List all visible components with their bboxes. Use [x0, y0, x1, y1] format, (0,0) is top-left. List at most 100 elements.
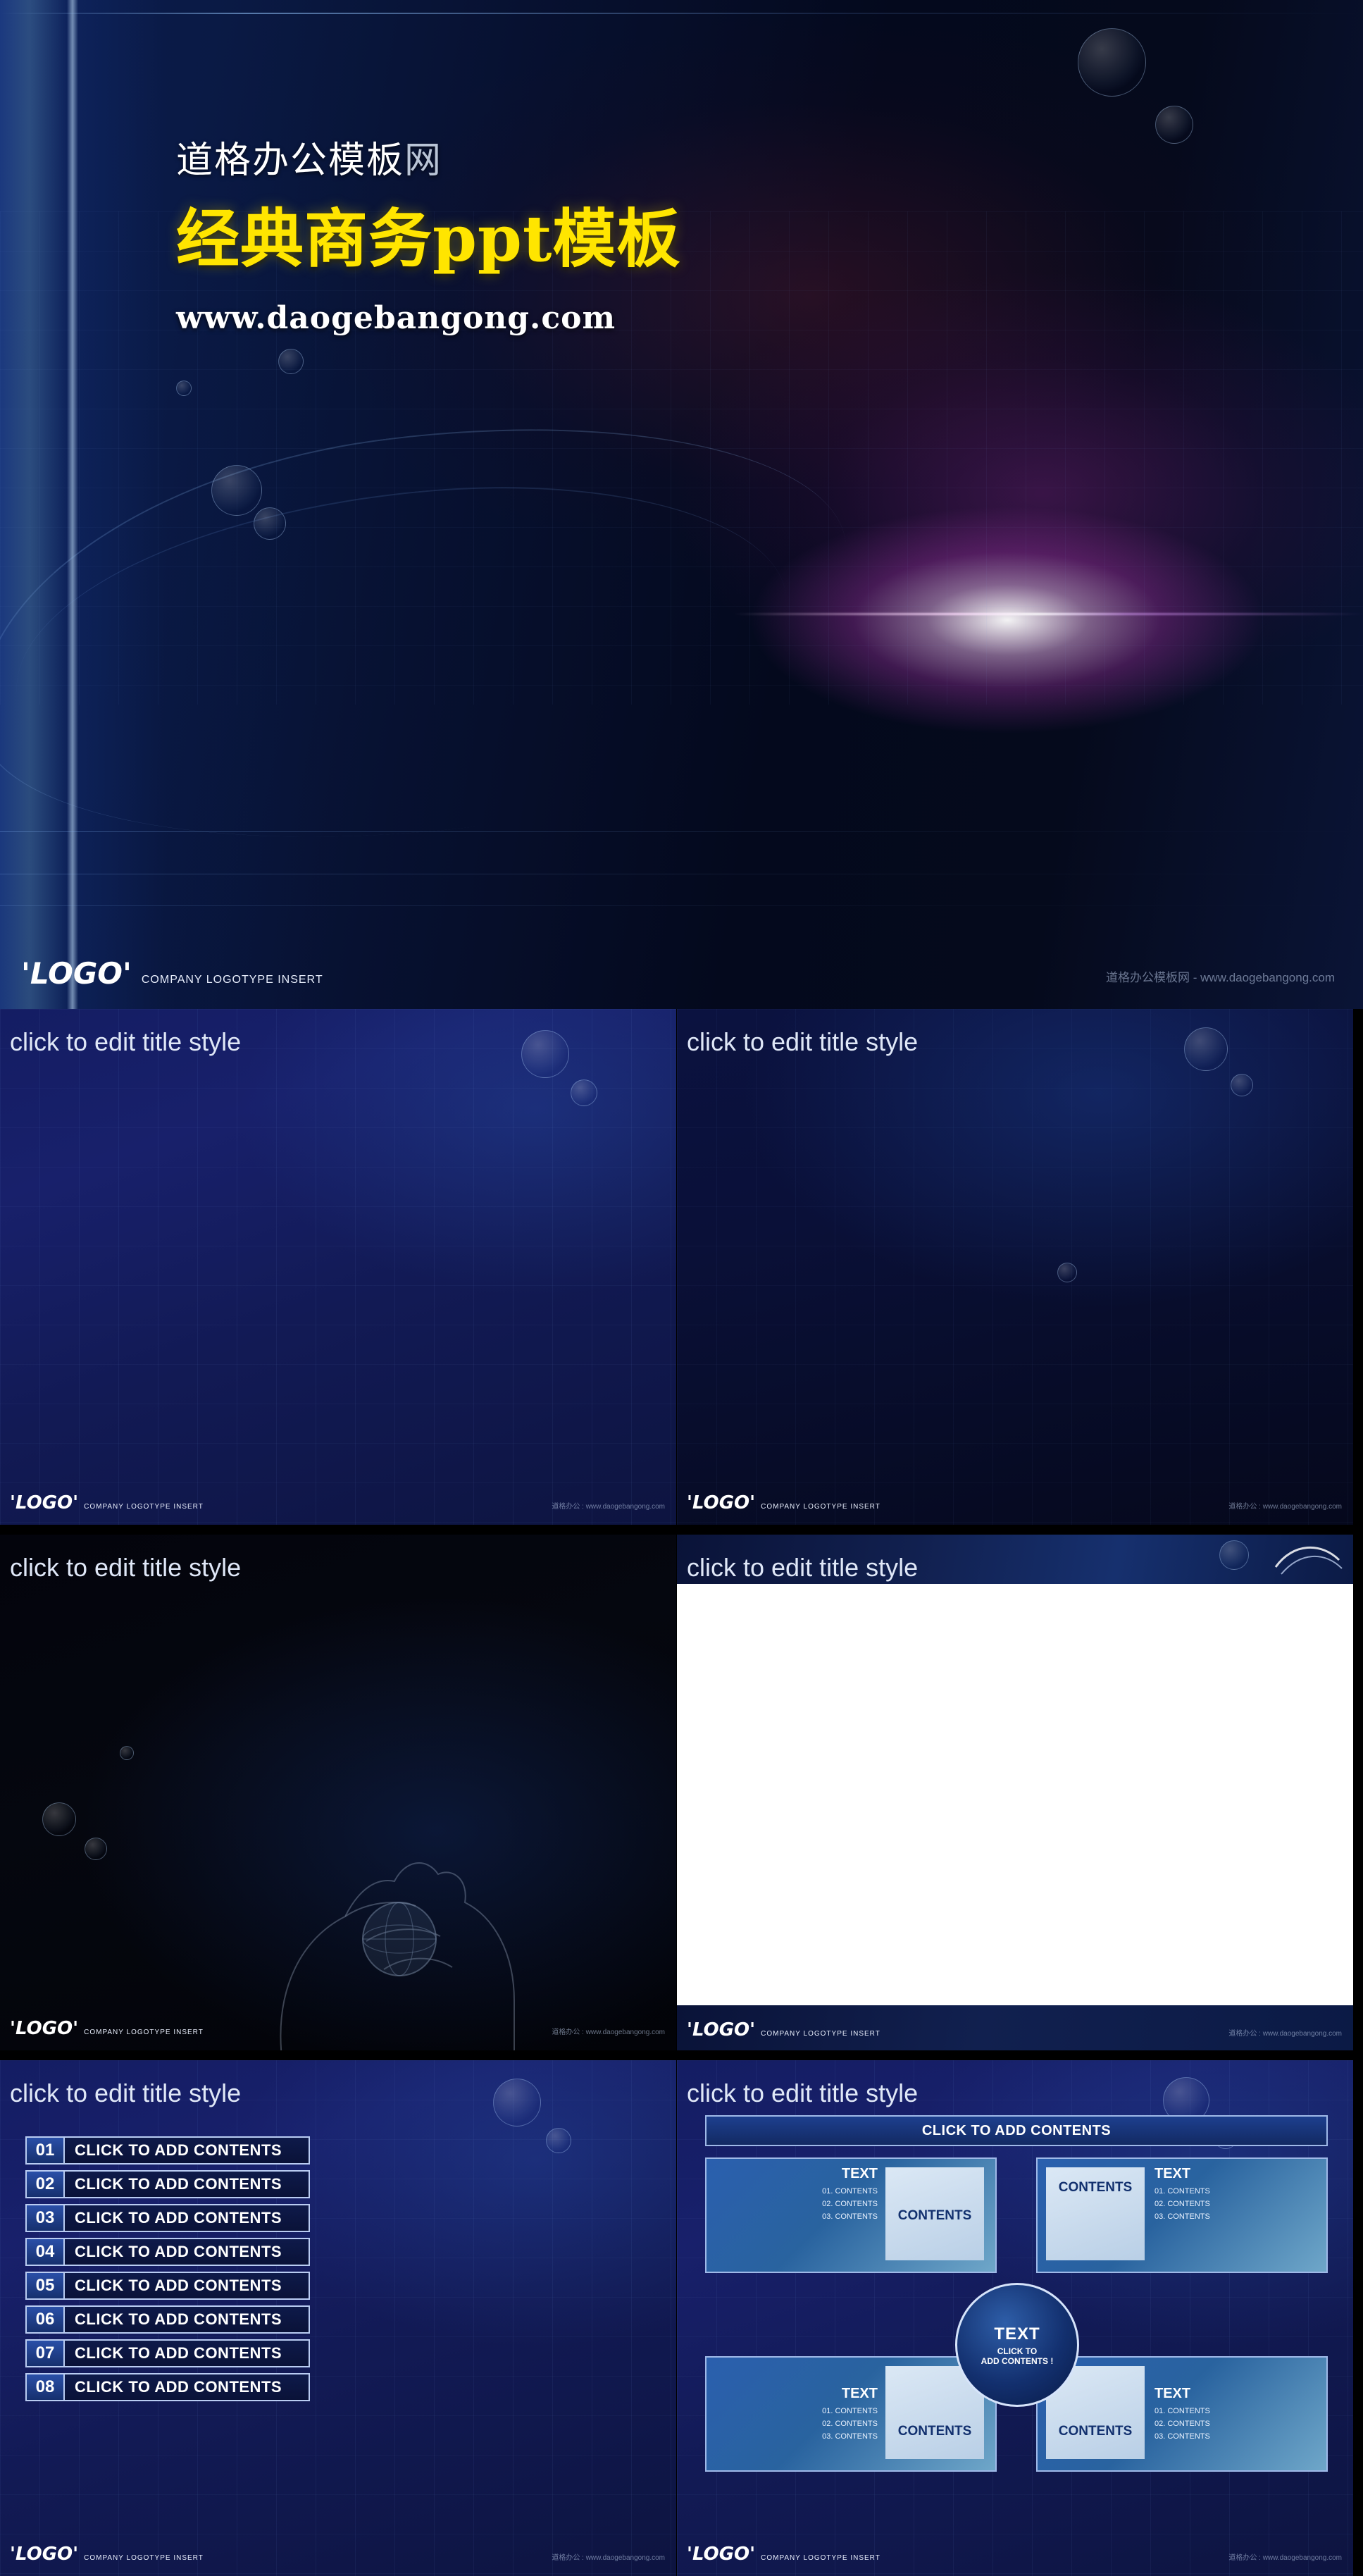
slide-diagram[interactable]: click to edit title style CLICK TO ADD C… — [677, 2060, 1353, 2576]
cover-subtitle: 道格办公模板网 — [176, 140, 443, 182]
logo-wordmark: 'LOGO' — [21, 956, 132, 991]
bubble-icon — [493, 2079, 541, 2126]
list-item-number: 02 — [27, 2172, 65, 2197]
diagram-contents-label: CONTENTS — [1058, 2424, 1133, 2439]
list-item-label: CLICK TO ADD CONTENTS — [75, 2277, 282, 2294]
diagram-text-label: TEXT — [1154, 2166, 1191, 2181]
cover-watermark: 道格办公模板网 - www.daogebangong.com — [1105, 971, 1335, 984]
slide-watermark: 道格办公 : www.daogebangong.com — [552, 2554, 665, 2562]
slide-watermark: 道格办公 : www.daogebangong.com — [1228, 2030, 1342, 2038]
bubble-icon — [211, 465, 262, 516]
bubble-icon — [1155, 106, 1193, 144]
bubble-icon — [1219, 1540, 1249, 1570]
diagram-center-circle[interactable]: TEXT CLICK TO ADD CONTENTS ! — [955, 2283, 1079, 2407]
slide-title[interactable]: click to edit title style — [687, 2079, 918, 2108]
slide-content-area[interactable] — [677, 1584, 1353, 2005]
bubble-icon — [1231, 1074, 1253, 1096]
logo[interactable]: 'LOGO' COMPANY LOGOTYPE INSERT — [10, 1492, 204, 1513]
list-item-label: CLICK TO ADD CONTENTS — [75, 2209, 282, 2227]
cover-top-line — [0, 13, 1363, 14]
logo-company-text: COMPANY LOGOTYPE INSERT — [141, 974, 323, 986]
slide-title[interactable]: click to edit title style — [10, 1553, 241, 1583]
diagram-bullet: 02. CONTENTS — [822, 2200, 878, 2208]
slide-title[interactable]: click to edit title style — [10, 2079, 241, 2108]
logo[interactable]: 'LOGO' COMPANY LOGOTYPE INSERT — [687, 2019, 880, 2041]
diagram-bullet: 02. CONTENTS — [822, 2420, 878, 2428]
cover-slide[interactable]: 道格办公模板网 经典商务ppt模板 www.daogebangong.com '… — [0, 0, 1363, 1009]
decorative-swirl-icon — [1274, 1546, 1343, 1575]
bubble-icon — [254, 507, 286, 540]
list-item[interactable]: 04 CLICK TO ADD CONTENTS — [25, 2238, 310, 2266]
slide-numbered-list[interactable]: click to edit title style 01 CLICK TO AD… — [0, 2060, 676, 2576]
slide-watermark: 道格办公 : www.daogebangong.com — [552, 1503, 665, 1511]
logo-company-text: COMPANY LOGOTYPE INSERT — [761, 2554, 880, 2562]
bubble-icon — [521, 1030, 569, 1078]
slide-watermark: 道格办公 : www.daogebangong.com — [1228, 1503, 1342, 1511]
logo[interactable]: 'LOGO' COMPANY LOGOTYPE INSERT — [10, 2018, 204, 2039]
list-item-label: CLICK TO ADD CONTENTS — [75, 2175, 282, 2193]
bubble-icon — [546, 2128, 571, 2153]
logo-company-text: COMPANY LOGOTYPE INSERT — [84, 2554, 204, 2562]
slide-blank-navy[interactable]: click to edit title style 'LOGO' COMPANY… — [677, 1009, 1353, 1525]
list-item[interactable]: 06 CLICK TO ADD CONTENTS — [25, 2305, 310, 2334]
list-item-label: CLICK TO ADD CONTENTS — [75, 2310, 282, 2328]
logo[interactable]: 'LOGO' COMPANY LOGOTYPE INSERT — [21, 956, 323, 991]
bubble-icon — [571, 1079, 597, 1106]
diagram-header-bar[interactable]: CLICK TO ADD CONTENTS — [705, 2115, 1328, 2146]
logo-wordmark: 'LOGO' — [687, 2019, 756, 2041]
slide-hand-globe[interactable]: click to edit title style 'LOGO' COMPANY… — [0, 1535, 676, 2050]
bubble-icon — [85, 1838, 107, 1860]
list-item[interactable]: 07 CLICK TO ADD CONTENTS — [25, 2339, 310, 2367]
diagram-bullet: 01. CONTENTS — [822, 2407, 878, 2415]
diagram-contents-label: CONTENTS — [1058, 2180, 1133, 2195]
slide-watermark: 道格办公 : www.daogebangong.com — [552, 2029, 665, 2036]
list-item-number: 07 — [27, 2341, 65, 2366]
bubble-icon — [42, 1802, 76, 1836]
list-item-label: CLICK TO ADD CONTENTS — [75, 2243, 282, 2260]
slide-title[interactable]: click to edit title style — [10, 1027, 241, 1057]
diagram-text-label: TEXT — [1154, 2386, 1191, 2401]
logo[interactable]: 'LOGO' COMPANY LOGOTYPE INSERT — [10, 2544, 204, 2565]
list-item[interactable]: 08 CLICK TO ADD CONTENTS — [25, 2373, 310, 2401]
cover-main-title: 经典商务ppt模板 — [176, 202, 681, 276]
slide-title[interactable]: click to edit title style — [687, 1027, 918, 1057]
diagram-contents-label: CONTENTS — [897, 2424, 972, 2439]
list-item-label: CLICK TO ADD CONTENTS — [75, 2378, 282, 2396]
bubble-icon — [1057, 1263, 1077, 1282]
row-gap — [0, 2050, 1353, 2060]
list-item[interactable]: 03 CLICK TO ADD CONTENTS — [25, 2204, 310, 2232]
diagram-center-sub1: CLICK TO — [997, 2346, 1038, 2356]
diagram-bullet: 02. CONTENTS — [1154, 2200, 1210, 2208]
diagram-center-sub2: ADD CONTENTS ! — [981, 2355, 1054, 2366]
list-item-number: 01 — [27, 2138, 65, 2163]
list-item-number: 03 — [27, 2205, 65, 2231]
diagram-bullet: 01. CONTENTS — [1154, 2407, 1210, 2415]
cover-hline-3 — [0, 905, 1363, 906]
bubble-icon — [278, 349, 304, 374]
bubble-icon — [1184, 1027, 1228, 1071]
diagram-bullet: 03. CONTENTS — [822, 2432, 878, 2441]
list-item-number: 06 — [27, 2307, 65, 2332]
slide-title[interactable]: click to edit title style — [687, 1553, 918, 1583]
logo-company-text: COMPANY LOGOTYPE INSERT — [84, 2029, 204, 2036]
list-item[interactable]: 02 CLICK TO ADD CONTENTS — [25, 2170, 310, 2198]
cover-footer-bar: 'LOGO' COMPANY LOGOTYPE INSERT 道格办公模板网 -… — [0, 941, 1363, 1009]
diagram-bullet: 03. CONTENTS — [1154, 2432, 1210, 2441]
logo[interactable]: 'LOGO' COMPANY LOGOTYPE INSERT — [687, 2544, 880, 2565]
row-gap — [0, 1525, 1353, 1535]
slide-white-content[interactable]: click to edit title style 'LOGO' COMPANY… — [677, 1535, 1353, 2050]
logo-wordmark: 'LOGO' — [687, 2544, 756, 2565]
list-item-label: CLICK TO ADD CONTENTS — [75, 2344, 282, 2362]
slide-blank-blue[interactable]: click to edit title style 'LOGO' COMPANY… — [0, 1009, 676, 1525]
slide-watermark: 道格办公 : www.daogebangong.com — [1228, 2554, 1342, 2562]
list-item[interactable]: 05 CLICK TO ADD CONTENTS — [25, 2272, 310, 2300]
bubble-icon — [1078, 28, 1146, 97]
logo-wordmark: 'LOGO' — [687, 1492, 756, 1513]
list-item-label: CLICK TO ADD CONTENTS — [75, 2141, 282, 2159]
logo[interactable]: 'LOGO' COMPANY LOGOTYPE INSERT — [687, 1492, 880, 1513]
diagram-bullet: 03. CONTENTS — [1154, 2212, 1210, 2221]
logo-wordmark: 'LOGO' — [10, 2018, 79, 2039]
logo-wordmark: 'LOGO' — [10, 2544, 79, 2565]
list-item[interactable]: 01 CLICK TO ADD CONTENTS — [25, 2136, 310, 2165]
diagram-bullet: 01. CONTENTS — [822, 2187, 878, 2196]
